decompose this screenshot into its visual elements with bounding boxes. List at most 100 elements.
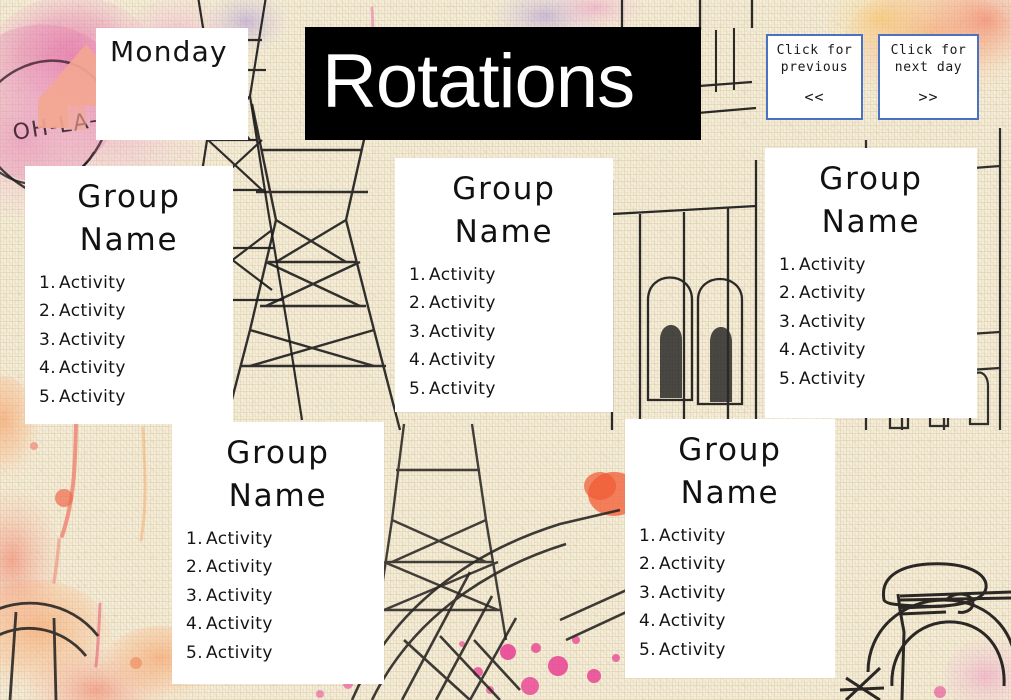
activity-item[interactable]: 5. Activity (409, 375, 613, 404)
activity-number: 5. (639, 639, 657, 660)
activity-item[interactable]: 3. Activity (186, 582, 384, 611)
activity-list: 1. Activity 2. Activity 3. Activity 4. Activity… (25, 269, 233, 412)
activity-number: 5. (409, 378, 427, 399)
previous-day-button[interactable]: Click for previous << (766, 34, 863, 120)
activity-text: Activity (799, 254, 866, 275)
activity-text: Activity (429, 321, 496, 342)
activity-item[interactable]: 3. Activity (409, 318, 613, 347)
activity-text: Activity (659, 582, 726, 603)
slide-canvas: OH-LA-LA Monday Rotations Click for prev… (0, 0, 1011, 700)
activity-number: 3. (639, 582, 657, 603)
activity-text: Activity (206, 642, 273, 663)
activity-number: 5. (779, 368, 797, 389)
activity-text: Activity (59, 301, 126, 322)
activity-text: Activity (429, 293, 496, 314)
group-card-3[interactable]: Group Name 1. Activity 2. Activity 3. Activit… (765, 148, 977, 418)
activity-item[interactable]: 2. Activity (409, 289, 613, 318)
activity-text: Activity (206, 585, 273, 606)
title-banner: Rotations (305, 27, 701, 140)
group-title: Group Name (819, 161, 923, 240)
activity-item[interactable]: 2. Activity (639, 550, 835, 579)
activity-number: 3. (39, 329, 57, 350)
activity-text: Activity (659, 525, 726, 546)
activity-number: 1. (186, 528, 204, 549)
activity-number: 2. (639, 554, 657, 575)
activity-number: 4. (39, 358, 57, 379)
activity-number: 3. (779, 311, 797, 332)
activity-number: 2. (186, 557, 204, 578)
page-title: Rotations (322, 38, 635, 124)
activity-item[interactable]: 5. Activity (639, 636, 835, 665)
next-day-label: Click for next day (890, 43, 967, 75)
activity-text: Activity (59, 386, 126, 407)
group-card-5[interactable]: Group Name 1. Activity 2. Activity 3. Activit… (625, 419, 835, 678)
activity-list: 1. Activity 2. Activity 3. Activity 4. Activity… (395, 261, 613, 404)
activity-number: 4. (186, 614, 204, 635)
activity-item[interactable]: 3. Activity (779, 308, 977, 337)
activity-text: Activity (429, 264, 496, 285)
activity-number: 1. (779, 254, 797, 275)
activity-number: 5. (186, 642, 204, 663)
activity-number: 4. (779, 340, 797, 361)
activity-item[interactable]: 2. Activity (39, 297, 233, 326)
activity-item[interactable]: 5. Activity (779, 365, 977, 394)
activity-list: 1. Activity 2. Activity 3. Activity 4. Activity… (172, 525, 384, 668)
next-day-button[interactable]: Click for next day >> (878, 34, 979, 120)
activity-text: Activity (799, 311, 866, 332)
activity-item[interactable]: 4. Activity (409, 346, 613, 375)
activity-number: 4. (409, 350, 427, 371)
group-title: Group Name (77, 179, 181, 258)
activity-item[interactable]: 1. Activity (639, 522, 835, 551)
next-arrow-icon: >> (918, 88, 939, 107)
activity-text: Activity (429, 378, 496, 399)
activity-item[interactable]: 1. Activity (39, 269, 233, 298)
activity-number: 5. (39, 386, 57, 407)
activity-item[interactable]: 2. Activity (779, 279, 977, 308)
previous-arrow-icon: << (804, 88, 825, 107)
activity-text: Activity (59, 358, 126, 379)
activity-text: Activity (429, 350, 496, 371)
activity-text: Activity (659, 611, 726, 632)
group-card-1[interactable]: Group Name 1. Activity 2. Activity 3. Activit… (25, 166, 233, 424)
group-title: Group Name (226, 435, 330, 514)
activity-list: 1. Activity 2. Activity 3. Activity 4. Activity… (765, 251, 977, 394)
activity-text: Activity (59, 272, 126, 293)
day-label: Monday (110, 35, 228, 68)
activity-text: Activity (799, 340, 866, 361)
day-card[interactable]: Monday (96, 28, 248, 140)
activity-item[interactable]: 4. Activity (186, 610, 384, 639)
activity-number: 3. (409, 321, 427, 342)
activity-item[interactable]: 1. Activity (409, 261, 613, 290)
activity-text: Activity (659, 639, 726, 660)
group-card-4[interactable]: Group Name 1. Activity 2. Activity 3. Activit… (172, 422, 384, 684)
activity-item[interactable]: 4. Activity (639, 607, 835, 636)
activity-item[interactable]: 4. Activity (39, 354, 233, 383)
activity-text: Activity (799, 283, 866, 304)
activity-number: 1. (39, 272, 57, 293)
activity-number: 2. (39, 301, 57, 322)
activity-text: Activity (59, 329, 126, 350)
activity-item[interactable]: 5. Activity (39, 383, 233, 412)
activity-number: 1. (639, 525, 657, 546)
activity-item[interactable]: 4. Activity (779, 336, 977, 365)
activity-number: 4. (639, 611, 657, 632)
activity-text: Activity (799, 368, 866, 389)
activity-item[interactable]: 5. Activity (186, 639, 384, 668)
activity-text: Activity (206, 557, 273, 578)
previous-day-label: Click for previous (776, 43, 853, 75)
activity-item[interactable]: 3. Activity (639, 579, 835, 608)
activity-list: 1. Activity 2. Activity 3. Activity 4. Activity… (625, 522, 835, 665)
activity-item[interactable]: 2. Activity (186, 553, 384, 582)
group-title: Group Name (678, 432, 782, 511)
group-title: Group Name (452, 171, 556, 250)
activity-item[interactable]: 1. Activity (779, 251, 977, 280)
eiffel-tower-art-2 (222, 103, 402, 431)
activity-number: 3. (186, 585, 204, 606)
activity-text: Activity (206, 528, 273, 549)
activity-text: Activity (206, 614, 273, 635)
activity-item[interactable]: 3. Activity (39, 326, 233, 355)
activity-number: 2. (409, 293, 427, 314)
group-card-2[interactable]: Group Name 1. Activity 2. Activity 3. Activit… (395, 158, 613, 412)
activity-item[interactable]: 1. Activity (186, 525, 384, 554)
activity-number: 2. (779, 283, 797, 304)
